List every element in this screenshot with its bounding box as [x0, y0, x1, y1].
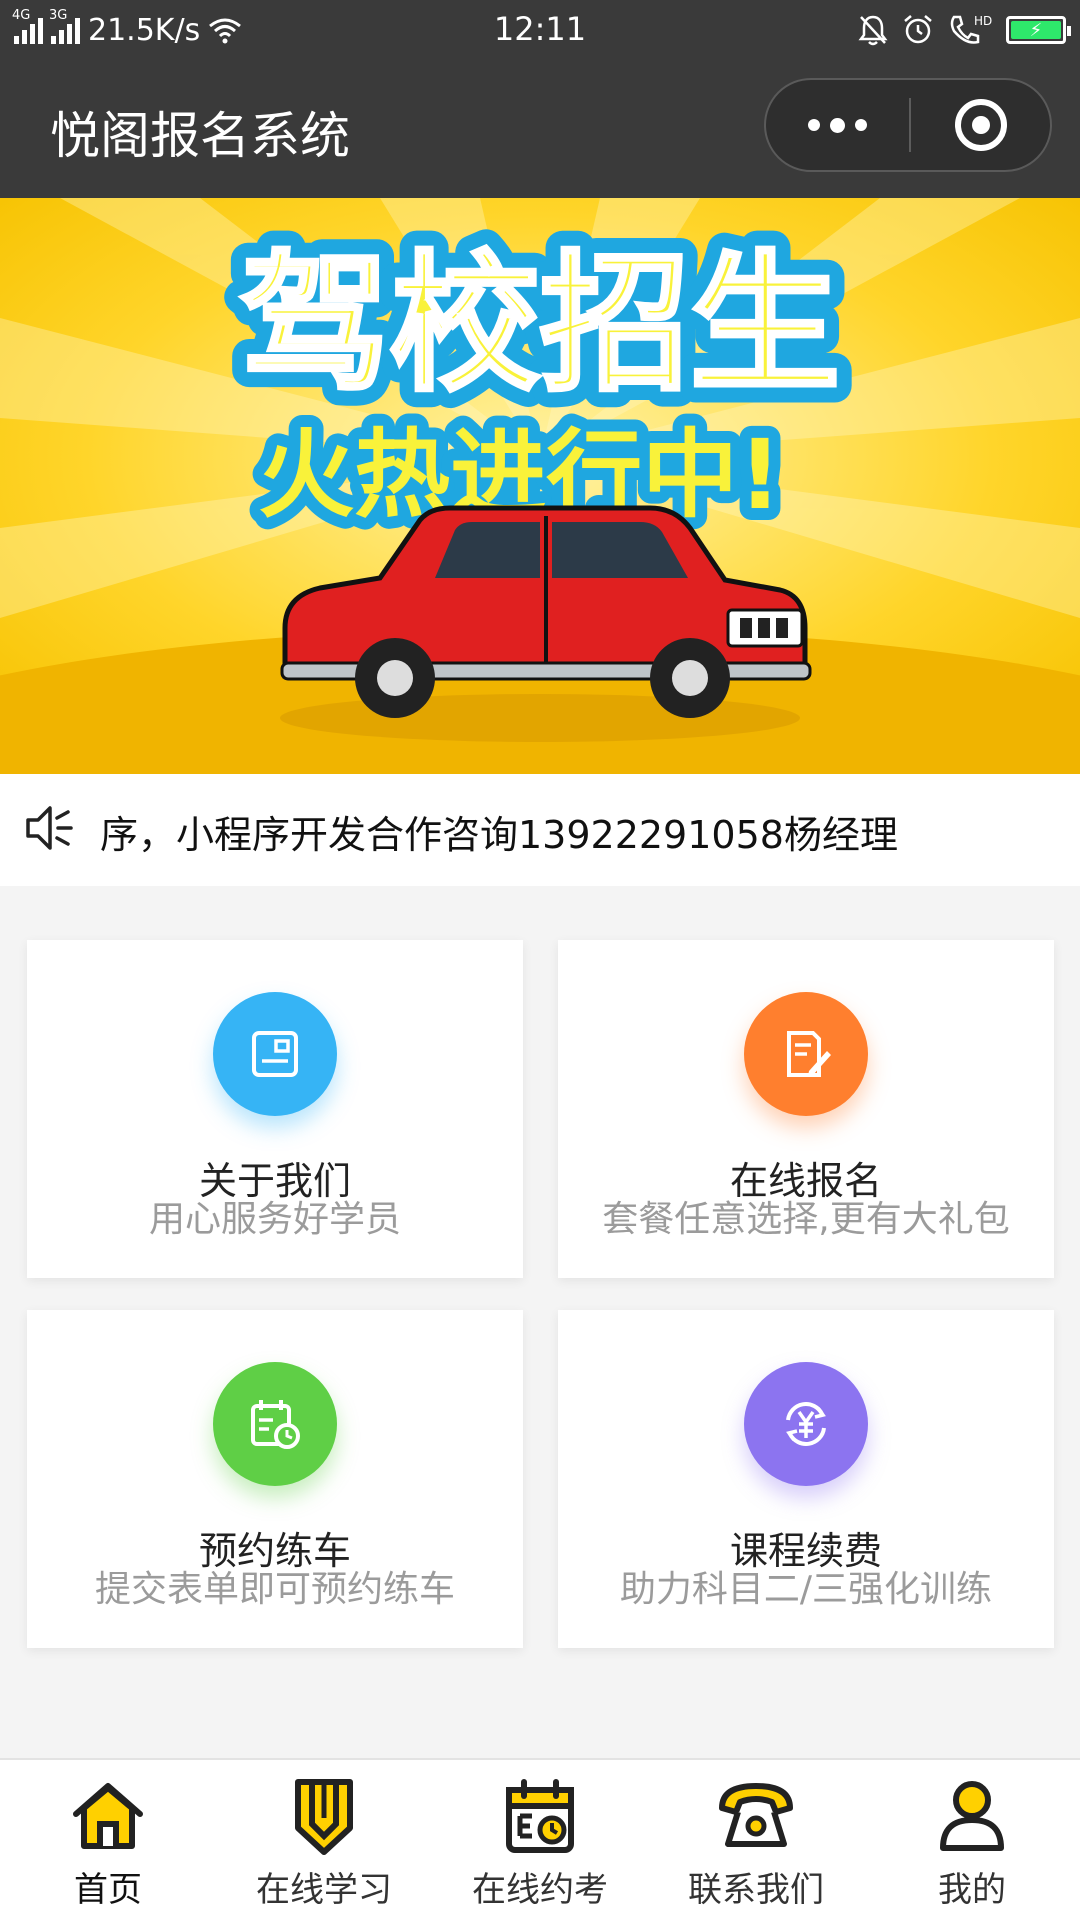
- alarm-icon: [904, 15, 932, 44]
- speaker-icon: [26, 806, 73, 850]
- nav-bar: 悦阁报名系统: [0, 60, 1080, 198]
- card-desc: 助力科目二/三强化训练: [619, 1569, 993, 1610]
- calendar-icon: [506, 1779, 574, 1853]
- card-online-signup[interactable]: 在线报名 套餐任意选择,更有大礼包: [558, 940, 1054, 1278]
- mute-bell-icon: [858, 15, 888, 46]
- edit-form-icon: [744, 992, 868, 1116]
- status-bar: 4G 3G 21.5K/s 12:11 HD ⚡: [0, 0, 1080, 60]
- home-icon: [73, 1783, 143, 1849]
- status-right: HD ⚡: [858, 10, 1071, 50]
- card-book-practice[interactable]: 预约练车 提交表单即可预约练车: [27, 1310, 523, 1648]
- banner-illustration: 驾校招生 驾校招生 火热进行中! 火热进行中!: [0, 198, 1080, 774]
- more-dots-icon[interactable]: [766, 80, 909, 170]
- card-desc: 提交表单即可预约练车: [94, 1569, 455, 1610]
- tab-label: 在线学习: [256, 1870, 392, 1910]
- battery-icon: ⚡: [1006, 16, 1071, 44]
- notice-text: 序，小程序开发合作咨询13922291058杨经理: [100, 813, 898, 857]
- page-title: 悦阁报名系统: [50, 107, 350, 165]
- svg-text:HD: HD: [974, 14, 992, 28]
- tab-label: 联系我们: [688, 1870, 824, 1910]
- tab-contact-us[interactable]: 联系我们: [648, 1760, 864, 1920]
- miniprogram-capsule: [764, 78, 1052, 172]
- yen-refresh-icon: [744, 1362, 868, 1486]
- calendar-clock-icon: [213, 1362, 337, 1486]
- close-target-icon[interactable]: [911, 80, 1050, 170]
- tab-bar: 首页 在线学习 在线约考 联系我们 我的: [0, 1758, 1080, 1920]
- tab-label: 在线约考: [472, 1870, 608, 1910]
- user-icon: [940, 1781, 1004, 1851]
- hd-call-icon: HD: [950, 14, 992, 44]
- tab-mine[interactable]: 我的: [864, 1760, 1080, 1920]
- card-about-us[interactable]: 关于我们 用心服务好学员: [27, 940, 523, 1278]
- tab-label: 我的: [938, 1870, 1006, 1910]
- banner-headline: 驾校招生: [240, 238, 840, 412]
- card-desc: 套餐任意选择,更有大礼包: [602, 1199, 1010, 1240]
- card-icon: [213, 992, 337, 1116]
- notice-bar[interactable]: 序，小程序开发合作咨询13922291058杨经理: [0, 774, 1080, 886]
- tab-label: 首页: [74, 1870, 142, 1910]
- promo-banner[interactable]: 驾校招生 驾校招生 火热进行中! 火热进行中!: [0, 198, 1080, 774]
- card-desc: 用心服务好学员: [148, 1199, 401, 1240]
- tab-home[interactable]: 首页: [0, 1760, 216, 1920]
- telephone-icon: [719, 1783, 793, 1847]
- card-renew-course[interactable]: 课程续费 助力科目二/三强化训练: [558, 1310, 1054, 1648]
- tab-online-exam[interactable]: 在线约考: [432, 1760, 648, 1920]
- tab-online-study[interactable]: 在线学习: [216, 1760, 432, 1920]
- pencil-shield-icon: [295, 1779, 353, 1855]
